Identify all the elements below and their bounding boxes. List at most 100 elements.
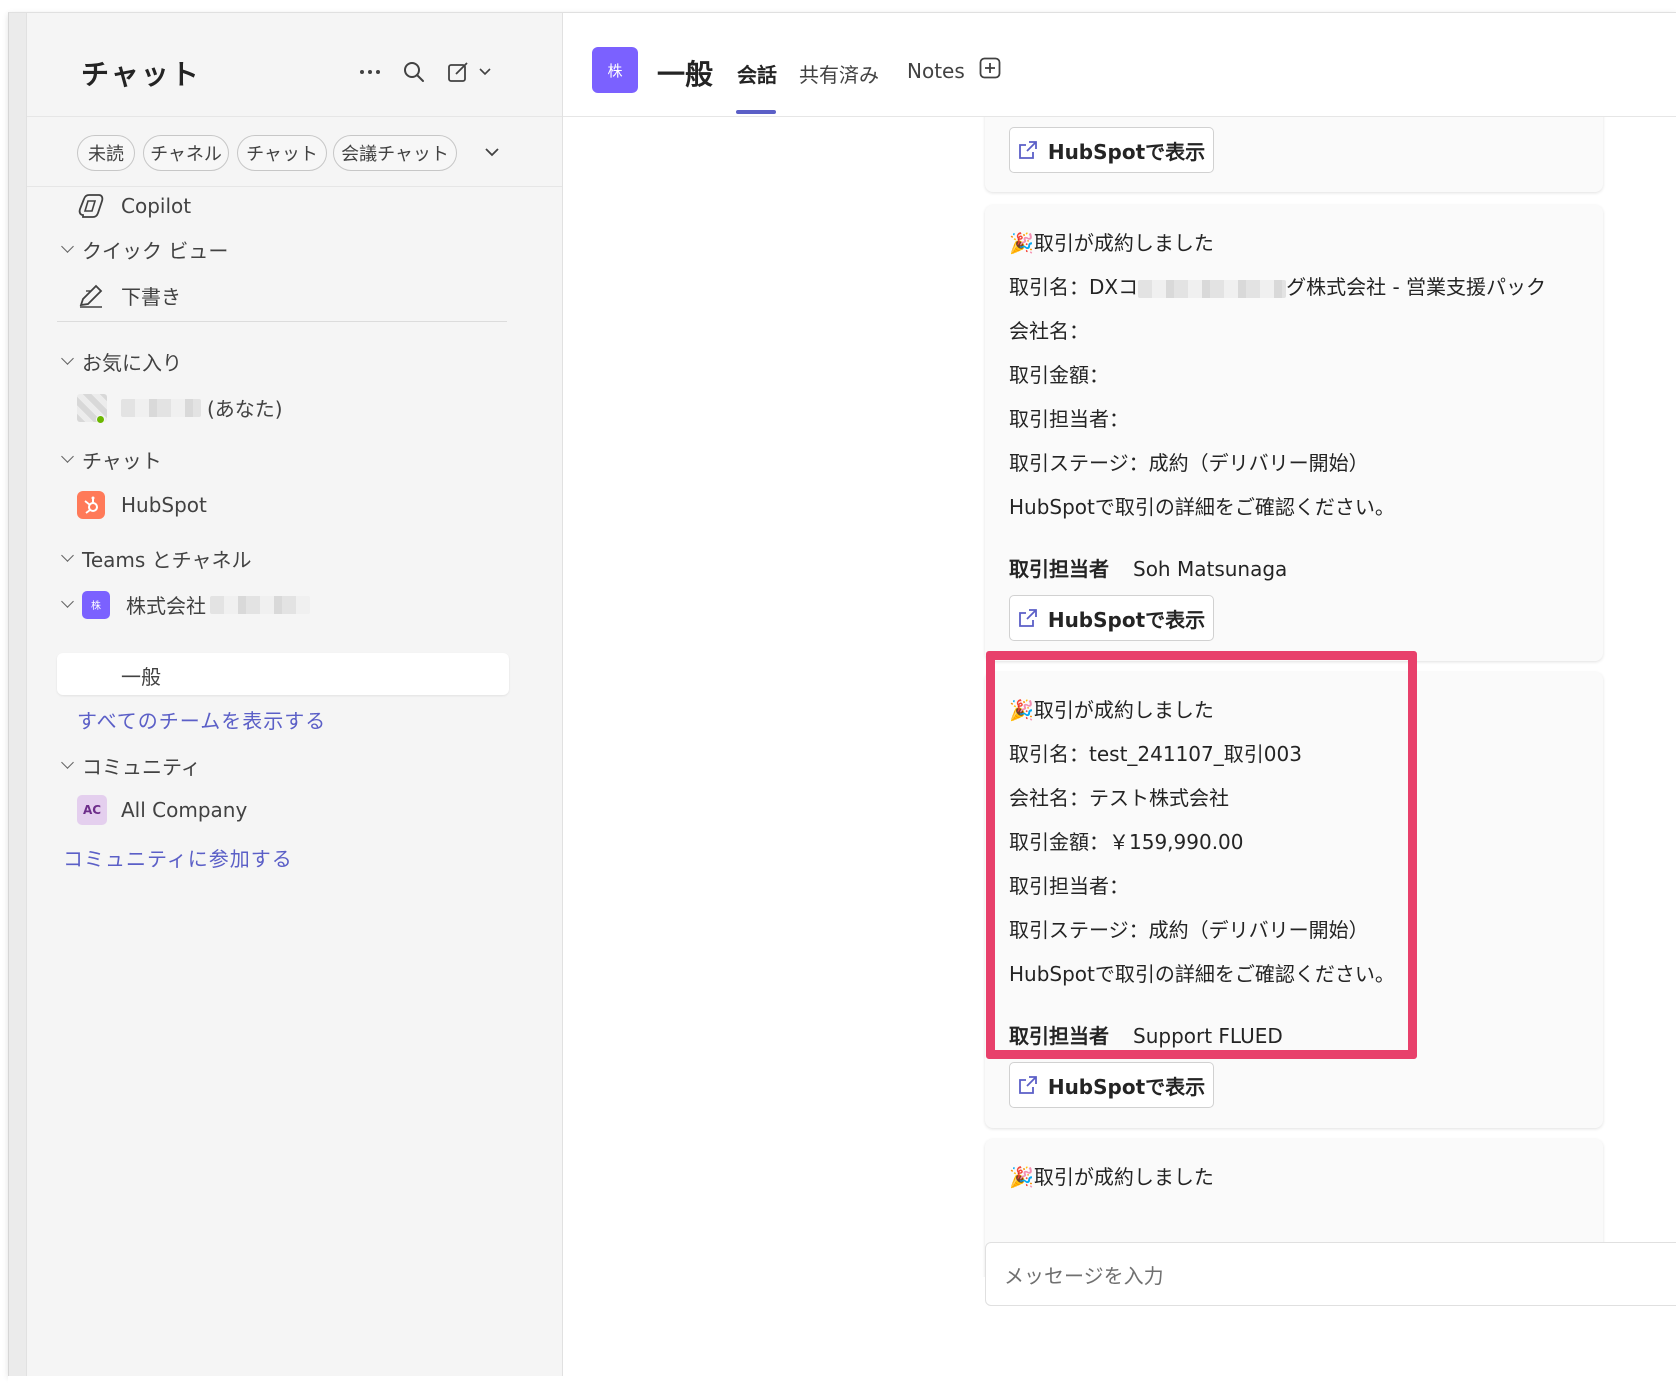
deal-name-tail: グ株式会社 - 営業支援パック	[1286, 275, 1547, 299]
filter-chats[interactable]: チャット	[237, 135, 327, 171]
redacted-name	[121, 398, 201, 417]
add-tab-icon[interactable]	[975, 53, 1005, 83]
sidebar-item-label: 下書き	[121, 285, 181, 309]
company-line: 会社名：	[1009, 319, 1089, 343]
avatar	[77, 393, 107, 424]
conversation-pane: HubSpotで表示 🎉取引が成約しました 取引名：DXコ グ株式会社 - 営業支…	[563, 117, 1676, 1376]
sidebar-item-drafts[interactable]: 下書き	[77, 281, 181, 310]
amount-line: 取引金額：	[1009, 363, 1109, 387]
section-teams-channels[interactable]: Teams とチャネル	[61, 544, 252, 573]
section-quick-view[interactable]: クイック ビュー	[61, 235, 229, 264]
channel-team-avatar: 株	[592, 47, 638, 93]
headline-text: 取引が成約しました	[1033, 1165, 1214, 1189]
self-suffix: (あなた)	[207, 397, 283, 421]
chevron-down-icon	[61, 450, 74, 463]
button-label: HubSpotで表示	[1047, 139, 1206, 164]
chat-sidebar: チャット 未読 チャネル チャット 会議チャット Copilot クイック ビュ…	[27, 13, 563, 1376]
chevron-down-icon	[61, 352, 74, 365]
party-popper-icon: 🎉	[1009, 1165, 1034, 1189]
owner-fact: 取引担当者 Support FLUED	[1009, 1020, 1283, 1049]
sidebar-item-copilot[interactable]: Copilot	[77, 193, 191, 219]
owner-line: 取引担当者：	[1009, 874, 1129, 898]
filter-unread[interactable]: 未読	[77, 135, 135, 171]
active-tab-indicator	[736, 110, 776, 114]
redacted-deal-name	[1138, 279, 1287, 298]
presence-available-icon	[96, 414, 105, 424]
sidebar-item-hubspot[interactable]: HubSpot	[77, 491, 207, 519]
note-line: HubSpotで取引の詳細をご確認ください。	[1009, 495, 1395, 519]
message-composer[interactable]: メッセージを入力	[985, 1242, 1676, 1306]
section-favorites[interactable]: お気に入り	[61, 347, 182, 376]
chevron-down-icon	[61, 595, 74, 608]
sidebar-divider	[57, 321, 507, 322]
open-external-icon	[1018, 141, 1037, 159]
owner-line: 取引担当者：	[1009, 407, 1129, 431]
filter-bar: 未読 チャネル チャット 会議チャット	[27, 117, 562, 187]
join-community-link[interactable]: コミュニティに参加する	[63, 843, 293, 872]
chevron-down-icon	[61, 240, 74, 253]
fact-label: 取引担当者	[1009, 1024, 1109, 1048]
app-rail	[9, 13, 27, 1376]
sidebar-item-all-company[interactable]: AC All Company	[77, 795, 247, 825]
window-bottom-margin	[8, 1376, 1676, 1386]
sidebar-item-channel-general[interactable]: 一般	[121, 661, 161, 690]
deal-name-line: 取引名：DXコ グ株式会社 - 営業支援パック	[1009, 271, 1546, 300]
fact-value: Support FLUED	[1133, 1024, 1283, 1048]
party-popper-icon: 🎉	[1009, 698, 1034, 722]
channel-title: 一般	[657, 58, 714, 91]
message-headline: 🎉取引が成約しました	[1009, 1161, 1214, 1190]
sidebar-header: チャット	[27, 13, 562, 117]
company-line: 会社名：テスト株式会社	[1009, 786, 1229, 810]
tab-notes[interactable]: Notes	[907, 59, 965, 83]
new-chat-icon[interactable]	[445, 57, 497, 87]
sidebar-item-team[interactable]: 株 株式会社	[61, 590, 310, 619]
message-headline: 🎉取引が成約しました	[1009, 694, 1214, 723]
copilot-icon	[77, 193, 107, 219]
community-avatar: AC	[77, 795, 107, 825]
message-card: 🎉取引が成約しました 取引名：DXコ グ株式会社 - 営業支援パック 会社名： 取…	[985, 205, 1603, 661]
tab-shared[interactable]: 共有済み	[799, 59, 879, 88]
deal-name-line: 取引名：test_241107_取引003	[1009, 742, 1302, 766]
more-options-icon[interactable]	[355, 57, 385, 87]
view-in-hubspot-button[interactable]: HubSpotで表示	[1009, 595, 1214, 641]
headline-text: 取引が成約しました	[1033, 231, 1214, 255]
filter-meeting-chats[interactable]: 会議チャット	[333, 135, 457, 171]
search-icon[interactable]	[399, 57, 429, 87]
view-in-hubspot-button[interactable]: HubSpotで表示	[1009, 1062, 1214, 1108]
open-external-icon	[1018, 609, 1037, 627]
message-feed: HubSpotで表示 🎉取引が成約しました 取引名：DXコ グ株式会社 - 営業支…	[563, 117, 1676, 1277]
party-popper-icon: 🎉	[1009, 231, 1034, 255]
show-all-teams-link[interactable]: すべてのチームを表示する	[77, 705, 326, 734]
channel-header: 株 一般 会話 共有済み Notes	[563, 13, 1676, 117]
filter-expand-chevron-icon[interactable]	[477, 137, 507, 167]
stage-line: 取引ステージ：成約（デリバリー開始）	[1009, 918, 1369, 942]
fact-value: Soh Matsunaga	[1133, 557, 1288, 581]
filter-channels[interactable]: チャネル	[143, 135, 229, 171]
note-line: HubSpotで取引の詳細をご確認ください。	[1009, 962, 1395, 986]
hubspot-icon	[77, 491, 105, 519]
team-name: 株式会社	[126, 594, 206, 618]
sidebar-item-self-chat[interactable]: (あなた)	[77, 393, 283, 424]
tab-conversations[interactable]: 会話	[737, 59, 777, 88]
section-label: クイック ビュー	[82, 239, 229, 263]
section-community[interactable]: コミュニティ	[61, 751, 201, 780]
chevron-down-icon	[61, 756, 74, 769]
sidebar-item-label: Copilot	[121, 194, 192, 218]
section-chats[interactable]: チャット	[61, 445, 162, 474]
chevron-down-icon	[61, 549, 74, 562]
message-headline: 🎉取引が成約しました	[1009, 227, 1214, 256]
view-in-hubspot-button[interactable]: HubSpotで表示	[1009, 127, 1214, 173]
amount-line: 取引金額：￥159,990.00	[1009, 830, 1244, 854]
section-label: Teams とチャネル	[82, 548, 252, 572]
button-label: HubSpotで表示	[1047, 607, 1206, 632]
sidebar-item-label: HubSpot	[121, 493, 207, 517]
fact-label: 取引担当者	[1009, 557, 1109, 581]
stage-line: 取引ステージ：成約（デリバリー開始）	[1009, 451, 1369, 475]
teams-window: チャット 未読 チャネル チャット 会議チャット Copilot クイック ビュ…	[8, 12, 1676, 1376]
composer-placeholder: メッセージを入力	[1004, 1263, 1164, 1288]
message-card: HubSpotで表示	[985, 117, 1603, 192]
sidebar-title: チャット	[81, 58, 201, 91]
team-avatar-icon: 株	[82, 590, 110, 619]
channel-label: 一般	[121, 665, 161, 689]
section-label: お気に入り	[82, 351, 182, 375]
